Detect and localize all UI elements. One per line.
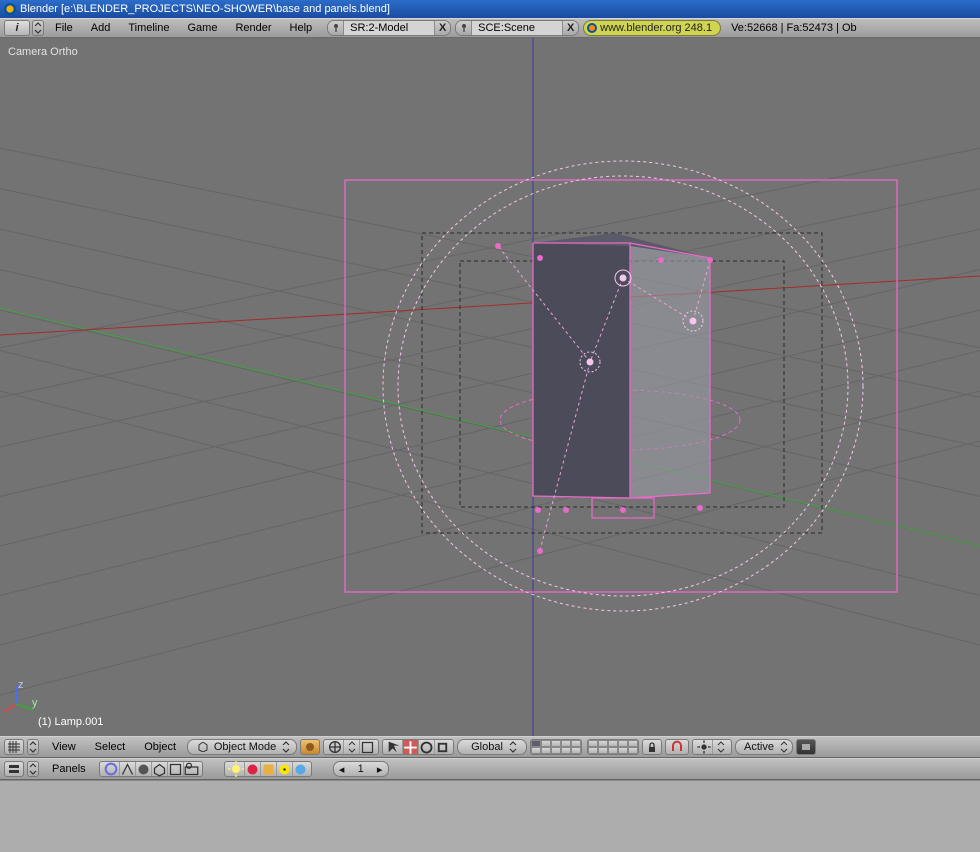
- axis-y-line: [0, 296, 980, 558]
- active-object-label: (1) Lamp.001: [38, 716, 103, 728]
- screen-selector[interactable]: SR:2-Model X: [327, 20, 451, 36]
- scale-icon[interactable]: [434, 740, 450, 754]
- scene-selector[interactable]: SCE:Scene X: [455, 20, 579, 36]
- snap-group[interactable]: [665, 739, 689, 755]
- shading-context-icon[interactable]: [135, 762, 151, 776]
- logic-context-icon[interactable]: [103, 762, 119, 776]
- pivot-icon[interactable]: [327, 740, 343, 754]
- scene-stats: Ve:52668 | Fa:52473 | Ob: [731, 22, 857, 34]
- header-collapse-button[interactable]: [27, 761, 39, 777]
- scene-delete-button[interactable]: X: [562, 21, 578, 35]
- 3dview-header: View Select Object Object Mode Global: [0, 736, 980, 758]
- script-context-icon[interactable]: [119, 762, 135, 776]
- shading-mode-button[interactable]: [300, 739, 320, 755]
- menu-file[interactable]: File: [46, 19, 82, 37]
- object-context-icon[interactable]: [151, 762, 167, 776]
- viewport-canvas: [0, 38, 980, 736]
- context-buttons[interactable]: [99, 761, 203, 777]
- svg-text:y: y: [32, 697, 38, 709]
- frame-prev-icon[interactable]: ◂: [337, 763, 347, 776]
- blender-logo-icon: [587, 23, 597, 33]
- projection-label: Camera Ortho: [8, 46, 78, 58]
- radiosity-subcontext-icon[interactable]: [276, 762, 292, 776]
- chevron-updown-icon: [780, 741, 788, 753]
- mode-label: Object Mode: [214, 741, 276, 753]
- menu-add[interactable]: Add: [82, 19, 120, 37]
- orientation-label: Global: [471, 741, 503, 753]
- screen-name[interactable]: SR:2-Model: [344, 21, 434, 35]
- material-subcontext-icon[interactable]: [244, 762, 260, 776]
- buttons-header: Panels ◂ 1 ▸: [0, 758, 980, 780]
- menu-select[interactable]: Select: [87, 739, 134, 755]
- datablock-browse-icon[interactable]: [456, 21, 472, 35]
- menu-timeline[interactable]: Timeline: [119, 19, 178, 37]
- scene-name[interactable]: SCE:Scene: [472, 21, 562, 35]
- snap-target-group[interactable]: [692, 739, 732, 755]
- frame-field[interactable]: ◂ 1 ▸: [333, 761, 389, 777]
- cursor-icon[interactable]: [386, 740, 402, 754]
- translate-icon[interactable]: [402, 740, 418, 754]
- menu-game[interactable]: Game: [178, 19, 226, 37]
- lamp-subcontext-icon[interactable]: [228, 762, 244, 776]
- manipulator-group[interactable]: [382, 739, 454, 755]
- object-mode-icon: [198, 742, 208, 752]
- layer-buttons-2[interactable]: [587, 739, 639, 755]
- info-header: i File Add Timeline Game Render Help SR:…: [0, 18, 980, 38]
- snap-target-label: Active: [744, 741, 774, 753]
- orientation-selector[interactable]: Global: [457, 739, 527, 755]
- window-type-buttons-icon[interactable]: [4, 761, 24, 777]
- datablock-browse-icon[interactable]: [328, 21, 344, 35]
- window-type-button[interactable]: i: [4, 20, 30, 36]
- snap-target-selector[interactable]: Active: [735, 739, 793, 755]
- version-label: www.blender.org 248.1: [600, 22, 712, 34]
- frame-next-icon[interactable]: ▸: [375, 763, 385, 776]
- render-preview-button[interactable]: [796, 739, 816, 755]
- 3d-viewport[interactable]: Camera Ortho (1) Lamp.001 z y: [0, 38, 980, 736]
- top-menu: File Add Timeline Game Render Help: [46, 19, 321, 37]
- menu-view[interactable]: View: [44, 739, 84, 755]
- axis-widget: z y: [8, 682, 38, 712]
- world-subcontext-icon[interactable]: [292, 762, 308, 776]
- editing-context-icon[interactable]: [167, 762, 183, 776]
- snap-element-icon[interactable]: [696, 740, 712, 754]
- frame-value[interactable]: 1: [347, 763, 375, 775]
- window-titlebar: Blender [e:\BLENDER_PROJECTS\NEO-SHOWER\…: [0, 0, 980, 18]
- mode-selector[interactable]: Object Mode: [187, 739, 297, 755]
- window-type-3dview-icon[interactable]: [4, 739, 24, 755]
- buttons-panel-area: [0, 780, 980, 852]
- chevron-updown-icon: [509, 741, 517, 753]
- menu-help[interactable]: Help: [281, 19, 322, 37]
- axis-x-line: [0, 273, 980, 338]
- menu-render[interactable]: Render: [226, 19, 280, 37]
- panels-label[interactable]: Panels: [44, 761, 94, 777]
- subcontext-buttons[interactable]: [224, 761, 312, 777]
- menu-object[interactable]: Object: [136, 739, 184, 755]
- lock-layers-button[interactable]: [642, 739, 662, 755]
- layer-buttons[interactable]: [530, 739, 582, 755]
- svg-text:z: z: [18, 679, 24, 691]
- pivot-selector[interactable]: [323, 739, 379, 755]
- chevron-updown-icon[interactable]: [712, 740, 728, 754]
- screen-delete-button[interactable]: X: [434, 21, 450, 35]
- scene-context-icon[interactable]: [183, 762, 199, 776]
- snap-toggle-icon[interactable]: [669, 740, 685, 754]
- window-title: Blender [e:\BLENDER_PROJECTS\NEO-SHOWER\…: [20, 3, 390, 15]
- version-badge[interactable]: www.blender.org 248.1: [583, 20, 721, 36]
- chevron-updown-icon: [282, 741, 290, 753]
- header-collapse-button[interactable]: [32, 20, 44, 36]
- rotate-icon[interactable]: [418, 740, 434, 754]
- texture-subcontext-icon[interactable]: [260, 762, 276, 776]
- header-collapse-button[interactable]: [27, 739, 39, 755]
- blender-logo-icon: [4, 3, 16, 15]
- pivot-align-icon[interactable]: [359, 740, 375, 754]
- chevron-updown-icon[interactable]: [343, 740, 359, 754]
